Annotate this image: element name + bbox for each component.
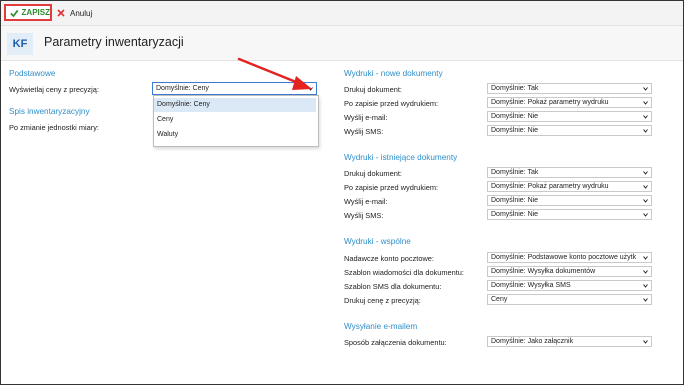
dropdown-option[interactable]: Waluty <box>154 128 316 142</box>
precision-value: Domyślnie: Ceny <box>156 85 209 92</box>
select-value: Domyślnie: Nie <box>491 197 539 204</box>
chevron-down-icon <box>643 284 648 288</box>
dropdown-select[interactable]: Domyślnie: Wysyłka dokumentów <box>487 266 652 277</box>
select-value: Ceny <box>491 296 508 303</box>
chevron-down-icon <box>643 270 648 274</box>
field-label: Szablon wiadomości dla dokumentu: <box>344 268 464 277</box>
dropdown-option[interactable]: Ceny <box>154 113 316 127</box>
module-badge: KF <box>7 33 33 55</box>
window: ZAPISZ Anuluj KF Parametry inwentaryzacj… <box>0 0 684 385</box>
cancel-label: Anuluj <box>70 8 93 18</box>
field-label: Sposób załączenia dokumentu: <box>344 338 447 347</box>
precision-dropdown-list: Domyślnie: Ceny Ceny Waluty <box>153 95 319 147</box>
dropdown-select[interactable]: Domyślnie: Nie <box>487 209 652 220</box>
section-basic-title: Podstawowe <box>9 69 56 78</box>
cancel-button[interactable]: Anuluj <box>57 6 92 20</box>
dropdown-select[interactable]: Domyślnie: Tak <box>487 167 652 178</box>
field-label: Wyślij SMS: <box>344 127 384 136</box>
chevron-down-icon <box>643 256 648 260</box>
select-value: Domyślnie: Pokaż parametry wydruku <box>491 99 609 106</box>
chevron-down-icon <box>643 185 648 189</box>
chevron-down-icon <box>643 129 648 133</box>
field-label: Wyślij SMS: <box>344 211 384 220</box>
dropdown-select[interactable]: Domyślnie: Tak <box>487 83 652 94</box>
dropdown-select[interactable]: Domyślnie: Podstawowe konto pocztowe uży… <box>487 252 652 263</box>
chevron-down-icon <box>643 298 648 302</box>
field-label: Wyślij e-mail: <box>344 113 388 122</box>
chevron-down-icon <box>643 171 648 175</box>
field-label: Szablon SMS dla dokumentu: <box>344 282 442 291</box>
dropdown-select[interactable]: Ceny <box>487 294 652 305</box>
precision-label: Wyświetlaj ceny z precyzją: <box>9 85 99 94</box>
toolbar: ZAPISZ Anuluj <box>1 1 683 26</box>
select-value: Domyślnie: Nie <box>491 211 539 218</box>
select-value: Domyślnie: Pokaż parametry wydruku <box>491 183 609 190</box>
chevron-down-icon <box>643 340 648 344</box>
chevron-down-icon <box>643 101 648 105</box>
section-inventory-title: Spis inwentaryzacyjny <box>9 107 90 116</box>
checkmark-icon <box>10 9 19 17</box>
dropdown-select[interactable]: Domyślnie: Pokaż parametry wydruku <box>487 181 652 192</box>
close-icon <box>57 9 65 17</box>
select-value: Domyślnie: Nie <box>491 113 539 120</box>
chevron-down-icon <box>643 199 648 203</box>
field-label: Po zapisie przed wydrukiem: <box>344 183 439 192</box>
field-label: Drukuj dokument: <box>344 169 402 178</box>
field-label: Drukuj dokument: <box>344 85 402 94</box>
page-title: Parametry inwentaryzacji <box>44 35 184 49</box>
select-value: Domyślnie: Tak <box>491 85 539 92</box>
dropdown-select[interactable]: Domyślnie: Nie <box>487 111 652 122</box>
unit-change-label: Po zmianie jednostki miary: <box>9 123 99 132</box>
dropdown-select[interactable]: Domyślnie: Jako załącznik <box>487 336 652 347</box>
dropdown-select[interactable]: Domyślnie: Nie <box>487 195 652 206</box>
dropdown-option[interactable]: Domyślnie: Ceny <box>154 98 316 112</box>
annotation-arrow-icon <box>237 57 312 90</box>
field-label: Po zapisie przed wydrukiem: <box>344 99 439 108</box>
chevron-down-icon <box>643 213 648 217</box>
chevron-down-icon <box>643 87 648 91</box>
field-label: Wyślij e-mail: <box>344 197 388 206</box>
select-value: Domyślnie: Podstawowe konto pocztowe uży… <box>491 254 637 261</box>
chevron-down-icon <box>643 115 648 119</box>
select-value: Domyślnie: Nie <box>491 127 539 134</box>
dropdown-select[interactable]: Domyślnie: Nie <box>487 125 652 136</box>
field-label: Drukuj cenę z precyzją: <box>344 296 421 305</box>
section-common-title: Wydruki - wspólne <box>344 237 411 246</box>
save-button[interactable]: ZAPISZ <box>4 4 52 21</box>
field-label: Nadawcze konto pocztowe: <box>344 254 434 263</box>
select-value: Domyślnie: Wysyłka dokumentów <box>491 268 596 275</box>
section-new-docs-title: Wydruki - nowe dokumenty <box>344 69 443 78</box>
select-value: Domyślnie: Wysyłka SMS <box>491 282 571 289</box>
select-value: Domyślnie: Jako załącznik <box>491 338 574 345</box>
section-existing-docs-title: Wydruki - istniejące dokumenty <box>344 153 458 162</box>
select-value: Domyślnie: Tak <box>491 169 539 176</box>
save-label: ZAPISZ <box>21 8 50 17</box>
dropdown-select[interactable]: Domyślnie: Wysyłka SMS <box>487 280 652 291</box>
dropdown-select[interactable]: Domyślnie: Pokaż parametry wydruku <box>487 97 652 108</box>
section-email-title: Wysyłanie e-mailem <box>344 322 418 331</box>
